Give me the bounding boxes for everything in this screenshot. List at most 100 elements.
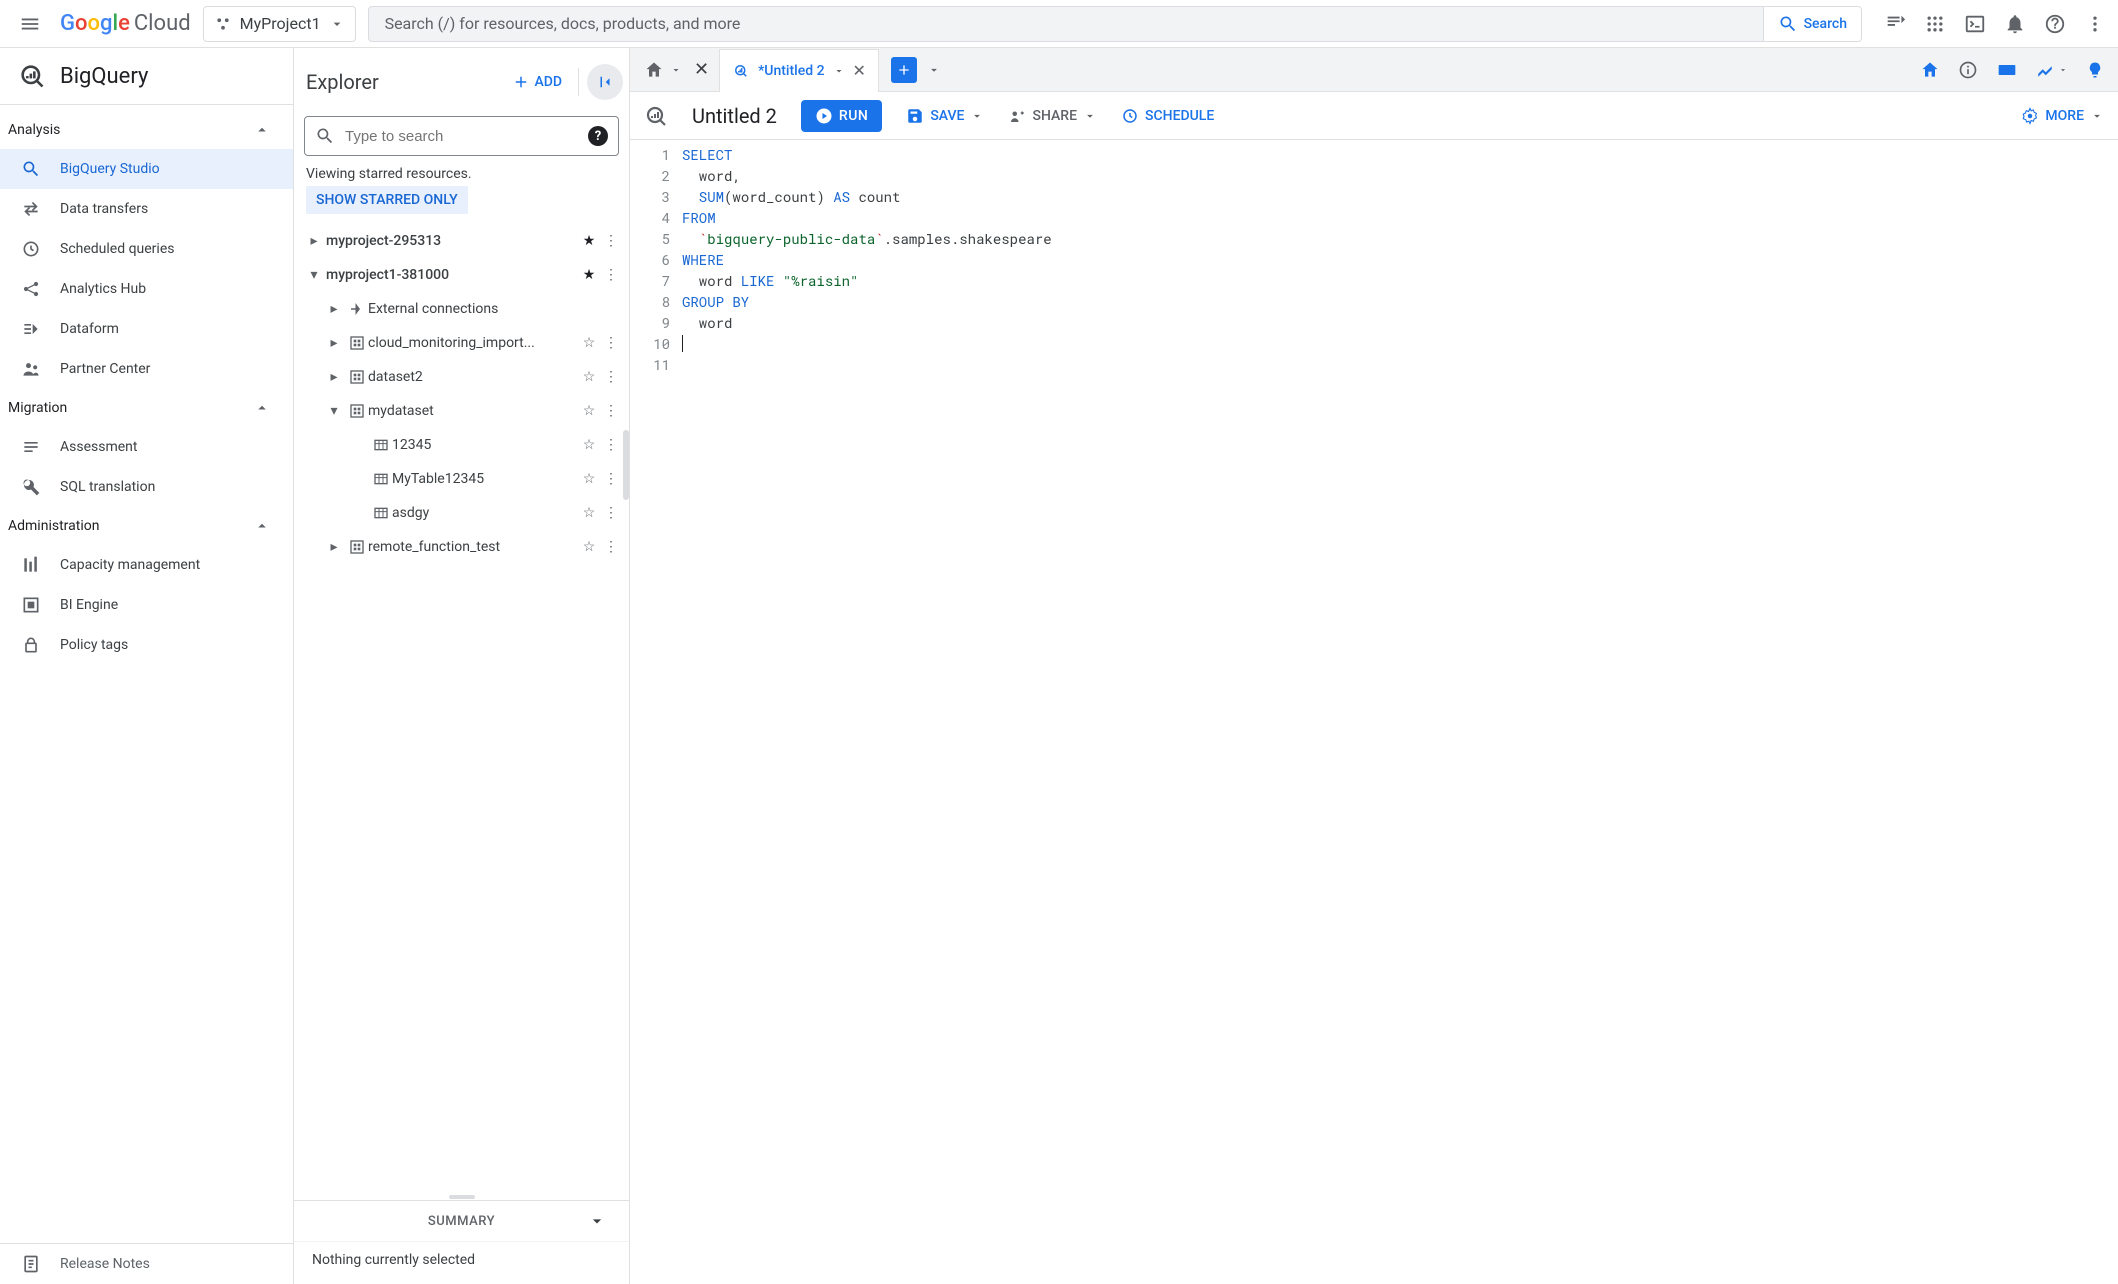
expand-icon[interactable]: ▸ — [322, 539, 346, 555]
new-tab-button[interactable] — [891, 57, 917, 83]
explorer-collapse-button[interactable] — [587, 64, 623, 100]
tree-project-myproject-295313[interactable]: ▸ myproject-295313 ★ ⋮ — [294, 224, 629, 258]
collapse-left-icon — [596, 73, 614, 91]
share-button[interactable]: SHARE — [1008, 107, 1097, 125]
play-icon — [815, 107, 833, 125]
dataset-icon — [349, 403, 365, 419]
global-header: Google Cloud MyProject1 Search (/) for r… — [0, 0, 2118, 48]
nav-item-label: Policy tags — [60, 637, 128, 653]
nav-item-label: Release Notes — [60, 1256, 150, 1272]
star-filled-icon[interactable]: ★ — [577, 267, 601, 283]
search-button[interactable]: Search — [1763, 7, 1861, 41]
google-cloud-logo[interactable]: Google Cloud — [60, 11, 191, 36]
nav-item-dataform[interactable]: Dataform — [0, 309, 293, 349]
tree-dataset-dataset2[interactable]: ▸ dataset2 ☆ ⋮ — [294, 360, 629, 394]
help-icon[interactable] — [2044, 13, 2066, 35]
more-button[interactable]: MORE — [2021, 107, 2104, 125]
summary-toggle[interactable]: SUMMARY — [294, 1201, 629, 1241]
row-menu-icon[interactable]: ⋮ — [601, 471, 621, 487]
tree-table-asdgy[interactable]: asdgy ☆ ⋮ — [294, 496, 629, 530]
tree-dataset-mydataset[interactable]: ▾ mydataset ☆ ⋮ — [294, 394, 629, 428]
expand-icon[interactable]: ▸ — [322, 335, 346, 351]
nav-item-scheduled-queries[interactable]: Scheduled queries — [0, 229, 293, 269]
star-outline-icon[interactable]: ☆ — [577, 403, 601, 419]
run-button[interactable]: RUN — [801, 100, 882, 132]
nav-item-assessment[interactable]: Assessment — [0, 427, 293, 467]
nav-item-sql-translation[interactable]: SQL translation — [0, 467, 293, 507]
row-menu-icon[interactable]: ⋮ — [601, 539, 621, 555]
nav-item-release-notes[interactable]: Release Notes — [0, 1244, 293, 1284]
star-outline-icon[interactable]: ☆ — [577, 437, 601, 453]
hamburger-menu-button[interactable] — [12, 6, 48, 42]
home-tab[interactable]: ✕ — [638, 59, 715, 80]
star-outline-icon[interactable]: ☆ — [577, 471, 601, 487]
overflow-menu-icon[interactable] — [2084, 13, 2106, 35]
schedule-button[interactable]: SCHEDULE — [1121, 107, 1214, 125]
code-content[interactable]: SELECT word, SUM(word_count) AS count FR… — [680, 140, 2118, 1284]
project-selector[interactable]: MyProject1 — [203, 6, 356, 42]
nav-item-bigquery-studio[interactable]: BigQuery Studio — [0, 149, 293, 189]
star-filled-icon[interactable]: ★ — [577, 233, 601, 249]
nav-section-migration[interactable]: Migration — [0, 389, 293, 427]
nav-item-bi-engine[interactable]: BI Engine — [0, 585, 293, 625]
row-menu-icon[interactable]: ⋮ — [601, 403, 621, 419]
apps-grid-icon[interactable] — [1924, 13, 1946, 35]
cloud-shell-icon[interactable] — [1964, 13, 1986, 35]
editor-toolbar: Untitled 2 RUN SAVE SHARE SCHEDULE — [630, 92, 2118, 140]
search-input[interactable]: Search (/) for resources, docs, products… — [369, 14, 1763, 33]
notifications-icon[interactable] — [2004, 13, 2026, 35]
star-outline-icon[interactable]: ☆ — [577, 335, 601, 351]
tree-table-mytable12345[interactable]: MyTable12345 ☆ ⋮ — [294, 462, 629, 496]
expand-icon[interactable]: ▸ — [322, 369, 346, 385]
nav-item-analytics-hub[interactable]: Analytics Hub — [0, 269, 293, 309]
show-starred-only-button[interactable]: SHOW STARRED ONLY — [306, 186, 468, 214]
keyboard-icon[interactable] — [1996, 60, 2018, 80]
sql-editor[interactable]: 1 2 3 4 5 6 7 8 9 10 11 SELECT word, SUM… — [630, 140, 2118, 1284]
global-search: Search (/) for resources, docs, products… — [368, 6, 1862, 42]
assessment-icon — [21, 437, 41, 457]
nav-item-label: Dataform — [60, 321, 119, 337]
row-menu-icon[interactable]: ⋮ — [601, 233, 621, 249]
cloud-shell-editor-icon[interactable] — [1884, 13, 1906, 35]
close-icon[interactable]: ✕ — [853, 61, 866, 80]
chevron-down-icon[interactable] — [833, 65, 845, 77]
star-outline-icon[interactable]: ☆ — [577, 539, 601, 555]
nav-section-analysis[interactable]: Analysis — [0, 111, 293, 149]
expand-icon[interactable]: ▸ — [302, 233, 326, 249]
editor-tab-untitled2[interactable]: *Untitled 2 ✕ — [719, 49, 879, 92]
row-menu-icon[interactable]: ⋮ — [601, 505, 621, 521]
star-outline-icon[interactable]: ☆ — [577, 369, 601, 385]
star-outline-icon[interactable]: ☆ — [577, 505, 601, 521]
nav-section-label: Analysis — [8, 122, 60, 138]
row-menu-icon[interactable]: ⋮ — [601, 267, 621, 283]
tree-project-myproject1-381000[interactable]: ▾ myproject1-381000 ★ ⋮ — [294, 258, 629, 292]
save-button[interactable]: SAVE — [906, 107, 984, 125]
explorer-add-button[interactable]: ADD — [504, 67, 570, 97]
nav-item-capacity-management[interactable]: Capacity management — [0, 545, 293, 585]
search-help-icon[interactable]: ? — [588, 126, 608, 146]
explorer-search-input[interactable] — [345, 128, 578, 145]
collapse-icon[interactable]: ▾ — [322, 403, 346, 419]
tree-dataset-remote-function-test[interactable]: ▸ remote_function_test ☆ ⋮ — [294, 530, 629, 564]
close-icon[interactable]: ✕ — [694, 59, 709, 80]
row-menu-icon[interactable]: ⋮ — [601, 437, 621, 453]
row-menu-icon[interactable]: ⋮ — [601, 369, 621, 385]
home-link-icon[interactable] — [1920, 60, 1940, 80]
tree-table-12345[interactable]: 12345 ☆ ⋮ — [294, 428, 629, 462]
scrollbar-thumb[interactable] — [623, 430, 629, 500]
lightbulb-icon[interactable] — [2086, 61, 2104, 79]
nav-item-policy-tags[interactable]: Policy tags — [0, 625, 293, 665]
nav-item-data-transfers[interactable]: Data transfers — [0, 189, 293, 229]
tree-dataset-cloud-monitoring[interactable]: ▸ cloud_monitoring_import... ☆ ⋮ — [294, 326, 629, 360]
chevron-down-icon[interactable] — [927, 63, 941, 77]
tree-external-connections[interactable]: ▸ External connections — [294, 292, 629, 326]
nav-section-administration[interactable]: Administration — [0, 507, 293, 545]
chevron-down-icon — [329, 16, 345, 32]
expand-icon[interactable]: ▸ — [322, 301, 346, 317]
chevron-down-icon — [670, 64, 682, 76]
info-icon[interactable] — [1958, 60, 1978, 80]
row-menu-icon[interactable]: ⋮ — [601, 335, 621, 351]
collapse-icon[interactable]: ▾ — [302, 267, 326, 283]
format-icon[interactable] — [2036, 61, 2068, 79]
nav-item-partner-center[interactable]: Partner Center — [0, 349, 293, 389]
